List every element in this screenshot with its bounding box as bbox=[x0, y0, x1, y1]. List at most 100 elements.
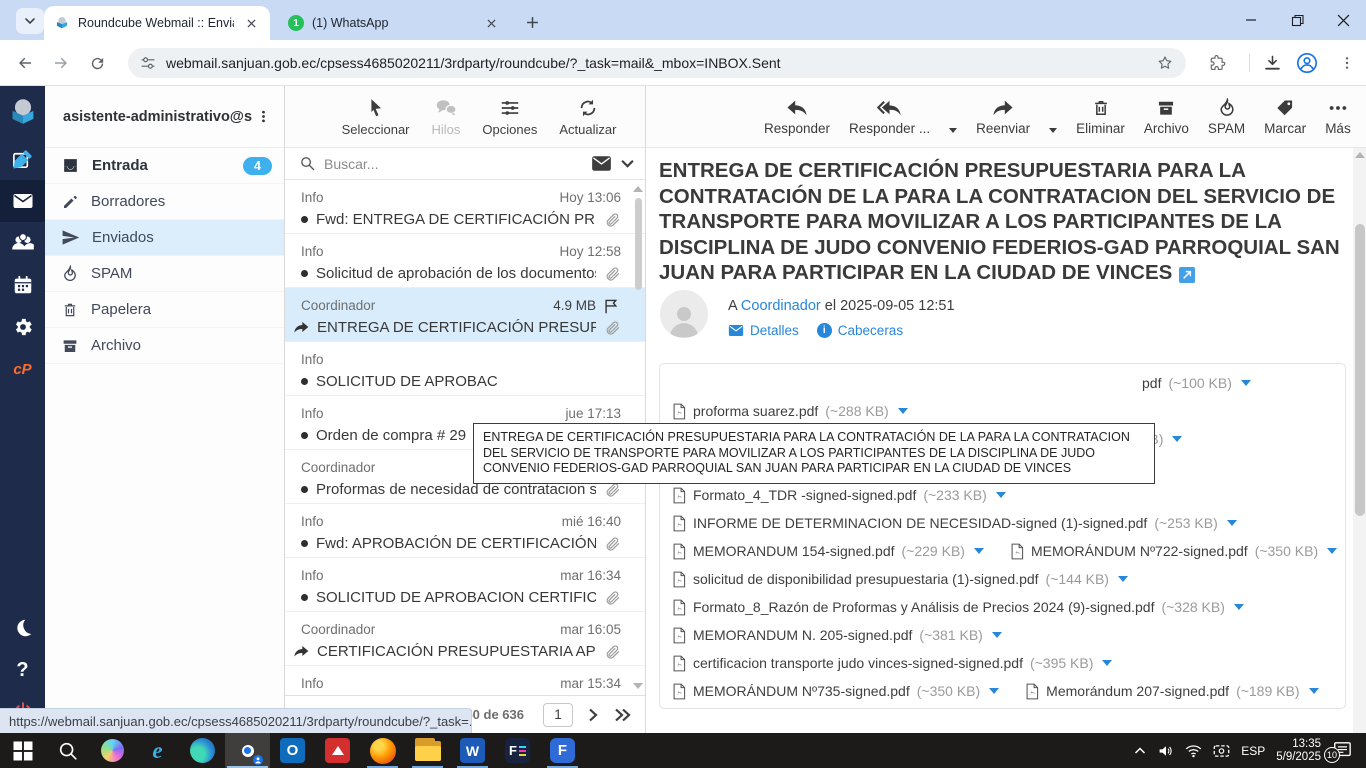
taskbar-edge-button[interactable] bbox=[180, 733, 225, 768]
tab-whatsapp[interactable]: 1 (1) WhatsApp bbox=[278, 6, 510, 40]
message-row[interactable]: InfoHoy 12:58 Solicitud de aprobación de… bbox=[285, 234, 645, 288]
bookmark-star-icon[interactable] bbox=[1156, 54, 1174, 72]
taskbar-acrobat-button[interactable] bbox=[315, 733, 360, 768]
taskbar-file-explorer-button[interactable] bbox=[405, 733, 450, 768]
forward-caret-icon[interactable] bbox=[1049, 128, 1057, 133]
rail-help-button[interactable]: ? bbox=[0, 649, 45, 691]
search-scope-mail-icon[interactable] bbox=[591, 155, 612, 172]
back-button[interactable] bbox=[10, 48, 40, 78]
next-page-icon[interactable] bbox=[586, 708, 600, 722]
sidebar-item-trash[interactable]: Papelera bbox=[45, 292, 284, 328]
sidebar-item-sent[interactable]: Enviados bbox=[45, 220, 284, 256]
more-button[interactable]: Más bbox=[1325, 98, 1351, 136]
attachment-menu-caret-icon[interactable] bbox=[1102, 660, 1112, 666]
window-close-button[interactable] bbox=[1320, 0, 1366, 40]
notification-center-button[interactable]: 10 bbox=[1332, 741, 1354, 761]
taskbar-forms-app-button[interactable]: F bbox=[540, 733, 585, 768]
message-row[interactable]: Coordinadormar 16:05 CERTIFICACIÓN PRESU… bbox=[285, 612, 645, 666]
taskbar-firefox-button[interactable] bbox=[360, 733, 405, 768]
taskbar-chrome-button[interactable] bbox=[225, 733, 270, 768]
attachment-item[interactable]: Formato_4_TDR -signed-signed.pdf (~233 K… bbox=[672, 487, 1006, 504]
search-options-chevron-icon[interactable] bbox=[620, 156, 635, 171]
archive-button[interactable]: Archivo bbox=[1144, 98, 1189, 136]
attachment-menu-caret-icon[interactable] bbox=[974, 548, 984, 554]
forward-button[interactable] bbox=[46, 48, 76, 78]
message-row[interactable]: Infomar 16:34 SOLICITUD DE APROBACION CE… bbox=[285, 558, 645, 612]
attachment-menu-caret-icon[interactable] bbox=[1227, 520, 1237, 526]
taskbar-copilot-button[interactable] bbox=[90, 733, 135, 768]
taskbar-internet-explorer-button[interactable]: e bbox=[135, 733, 180, 768]
window-minimize-button[interactable] bbox=[1228, 0, 1274, 40]
scroll-up-icon[interactable] bbox=[633, 186, 643, 192]
message-row[interactable]: Info SOLICITUD DE APROBAC bbox=[285, 342, 645, 396]
sidebar-item-inbox[interactable]: Entrada 4 bbox=[45, 148, 284, 184]
attachment-item[interactable]: Formato_8_Razón de Proformas y Análisis … bbox=[672, 599, 1244, 616]
rail-contacts-button[interactable] bbox=[0, 222, 45, 264]
language-indicator[interactable]: ESP bbox=[1241, 744, 1265, 758]
message-row[interactable]: Infomar 15:34 bbox=[285, 666, 645, 695]
reply-all-button[interactable]: Responder ... bbox=[849, 98, 930, 136]
reading-scrollbar-thumb[interactable] bbox=[1355, 224, 1365, 516]
start-button[interactable] bbox=[0, 733, 45, 768]
cast-monitor-icon[interactable] bbox=[1213, 744, 1230, 758]
details-link[interactable]: Detalles bbox=[728, 323, 799, 338]
reply-button[interactable]: Responder bbox=[764, 98, 830, 136]
scroll-down-icon[interactable] bbox=[633, 683, 643, 689]
message-row-selected[interactable]: Coordinador4.9 MB ENTREGA DE CERTIFICACI… bbox=[285, 288, 645, 342]
headers-link[interactable]: Cabeceras bbox=[817, 323, 903, 338]
attachment-menu-caret-icon[interactable] bbox=[996, 492, 1006, 498]
attachment-menu-caret-icon[interactable] bbox=[1327, 548, 1337, 554]
attachment-item[interactable]: MEMORANDUM 154-signed.pdf (~229 KB) bbox=[672, 543, 984, 560]
scroll-up-icon[interactable] bbox=[1355, 152, 1365, 158]
wifi-icon[interactable] bbox=[1185, 744, 1202, 758]
page-number-box[interactable]: 1 bbox=[543, 703, 573, 727]
tab-close-button[interactable] bbox=[482, 14, 500, 32]
account-menu-button[interactable] bbox=[252, 106, 274, 128]
rail-settings-button[interactable] bbox=[0, 306, 45, 348]
rail-cpanel-button[interactable]: cP bbox=[0, 348, 45, 390]
select-button[interactable]: Seleccionar bbox=[342, 97, 410, 137]
attachment-menu-caret-icon[interactable] bbox=[1241, 380, 1251, 386]
tab-search-button[interactable] bbox=[16, 8, 44, 34]
attachment-item[interactable]: proforma suarez.pdf (~288 KB) bbox=[672, 403, 908, 420]
sidebar-item-drafts[interactable]: Borradores bbox=[45, 184, 284, 220]
delete-button[interactable]: Eliminar bbox=[1076, 98, 1125, 136]
reload-button[interactable] bbox=[82, 48, 112, 78]
flag-icon[interactable] bbox=[602, 297, 621, 314]
refresh-button[interactable]: Actualizar bbox=[559, 97, 616, 137]
attachment-item[interactable]: MEMORÁNDUM Nº722-signed.pdf (~350 KB) bbox=[1010, 543, 1337, 560]
sidebar-item-archive[interactable]: Archivo bbox=[45, 328, 284, 364]
taskbar-word-button[interactable]: W bbox=[450, 733, 495, 768]
volume-icon[interactable] bbox=[1158, 744, 1174, 758]
list-scrollbar-thumb[interactable] bbox=[635, 198, 642, 290]
taskbar-search-button[interactable] bbox=[45, 733, 90, 768]
attachment-menu-caret-icon[interactable] bbox=[898, 408, 908, 414]
attachment-item[interactable]: MEMORÁNDUM Nº735-signed.pdf (~350 KB) bbox=[672, 683, 999, 700]
spam-button[interactable]: SPAM bbox=[1208, 98, 1245, 136]
attachment-menu-caret-icon[interactable] bbox=[1172, 436, 1182, 442]
taskbar-firmaec-button[interactable]: F bbox=[495, 733, 540, 768]
options-button[interactable]: Opciones bbox=[482, 97, 537, 137]
search-input[interactable] bbox=[324, 156, 583, 172]
last-page-icon[interactable] bbox=[613, 708, 633, 722]
rail-darkmode-button[interactable] bbox=[0, 607, 45, 649]
rail-compose-button[interactable] bbox=[0, 138, 45, 180]
reading-scrollbar[interactable] bbox=[1353, 148, 1366, 733]
new-tab-button[interactable] bbox=[520, 10, 544, 34]
threads-button[interactable]: Hilos bbox=[432, 97, 461, 137]
attachment-item[interactable]: INFORME DE DETERMINACION DE NECESIDAD-si… bbox=[672, 515, 1237, 532]
roundcube-logo[interactable] bbox=[0, 86, 45, 138]
message-row[interactable]: Infomié 16:40 Fwd: APROBACIÓN DE CERTIFI… bbox=[285, 504, 645, 558]
attachment-item[interactable]: solicitud de disponibilidad presupuestar… bbox=[672, 571, 1128, 588]
profile-button[interactable] bbox=[1294, 50, 1320, 76]
attachment-menu-caret-icon[interactable] bbox=[989, 688, 999, 694]
rail-mail-button[interactable] bbox=[0, 180, 45, 222]
taskbar-outlook-button[interactable]: O bbox=[270, 733, 315, 768]
clock[interactable]: 13:35 5/9/2025 bbox=[1276, 738, 1321, 764]
reply-all-caret-icon[interactable] bbox=[949, 128, 957, 133]
attachment-menu-caret-icon[interactable] bbox=[1309, 688, 1319, 694]
rail-calendar-button[interactable] bbox=[0, 264, 45, 306]
forward-button[interactable]: Reenviar bbox=[976, 98, 1030, 136]
browser-menu-button[interactable] bbox=[1334, 50, 1360, 76]
tab-close-button[interactable] bbox=[242, 14, 260, 32]
